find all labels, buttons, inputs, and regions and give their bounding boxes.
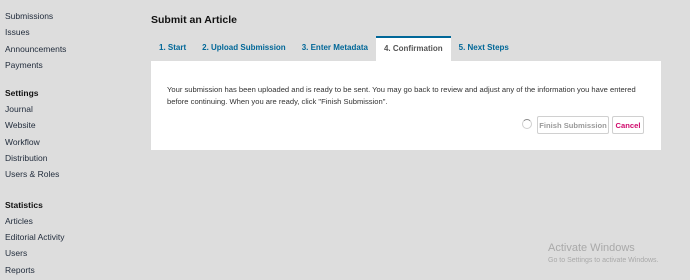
- sidebar-item-issues[interactable]: Issues: [0, 26, 140, 42]
- confirmation-panel: Your submission has been uploaded and is…: [151, 61, 661, 150]
- sidebar-heading-statistics: Statistics: [5, 199, 43, 210]
- cancel-button[interactable]: Cancel: [612, 116, 644, 134]
- sidebar-item-articles[interactable]: Articles: [0, 215, 140, 231]
- sidebar-item-submissions[interactable]: Submissions: [0, 10, 140, 26]
- tab-start[interactable]: 1. Start: [151, 36, 194, 61]
- sidebar-item-distribution[interactable]: Distribution: [0, 152, 140, 168]
- sidebar: Submissions Issues Announcements Payment…: [0, 0, 140, 280]
- loading-spinner-icon: [522, 119, 532, 129]
- finish-submission-button[interactable]: Finish Submission: [537, 116, 609, 134]
- watermark-subtitle: Go to Settings to activate Windows.: [548, 257, 659, 264]
- tab-next-steps[interactable]: 5. Next Steps: [451, 36, 517, 61]
- watermark-title: Activate Windows: [548, 242, 635, 254]
- sidebar-item-editorial-activity[interactable]: Editorial Activity: [0, 231, 140, 247]
- activate-windows-watermark: Activate Windows Go to Settings to activ…: [548, 242, 659, 264]
- sidebar-item-workflow[interactable]: Workflow: [0, 136, 140, 152]
- page-title: Submit an Article: [151, 14, 237, 26]
- sidebar-heading-settings: Settings: [5, 88, 39, 99]
- sidebar-item-journal[interactable]: Journal: [0, 103, 140, 119]
- sidebar-item-payments[interactable]: Payments: [0, 59, 140, 75]
- sidebar-item-users[interactable]: Users: [0, 247, 140, 263]
- tab-upload-submission[interactable]: 2. Upload Submission: [194, 36, 294, 61]
- sidebar-item-website[interactable]: Website: [0, 119, 140, 135]
- sidebar-item-users-roles[interactable]: Users & Roles: [0, 168, 140, 184]
- wizard-tabs: 1. Start 2. Upload Submission 3. Enter M…: [151, 36, 517, 61]
- sidebar-item-announcements[interactable]: Announcements: [0, 43, 140, 59]
- tab-confirmation[interactable]: 4. Confirmation: [375, 36, 451, 61]
- sidebar-item-reports[interactable]: Reports: [0, 264, 140, 280]
- tab-enter-metadata[interactable]: 3. Enter Metadata: [294, 36, 376, 61]
- confirmation-message: Your submission has been uploaded and is…: [167, 85, 636, 106]
